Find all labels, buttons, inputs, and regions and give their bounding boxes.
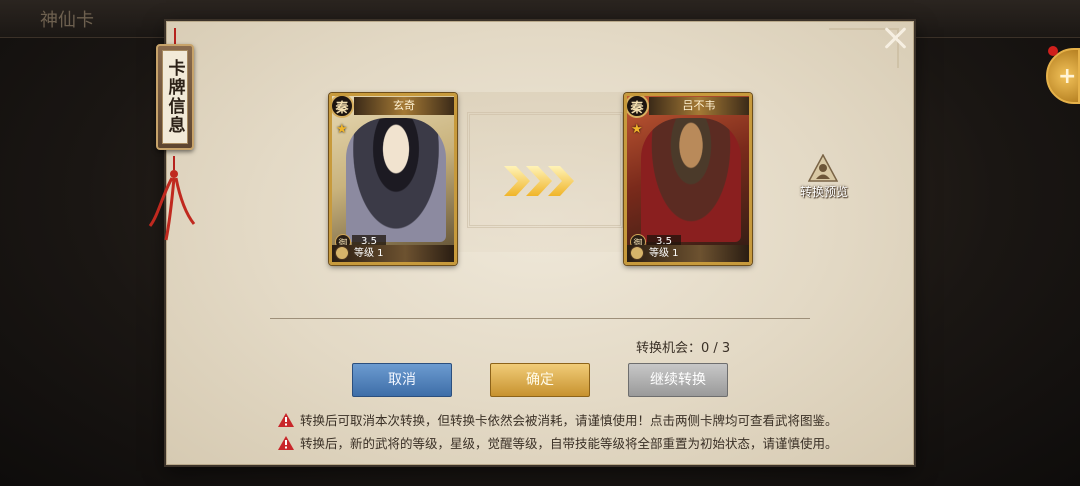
continue-transform-button[interactable]: 继续转换	[628, 363, 728, 397]
plus-icon: +	[1058, 64, 1077, 89]
star-icon: ★	[336, 122, 348, 137]
card-name: 玄奇	[354, 97, 454, 115]
general-portrait	[346, 118, 446, 242]
background-title: 神仙卡	[40, 10, 94, 31]
level-text: 等级 1	[332, 245, 454, 262]
level-icon	[630, 246, 644, 260]
card-name: 吕不韦	[649, 97, 749, 115]
cancel-button[interactable]: 取消	[352, 363, 452, 397]
warning-note: 转换后可取消本次转换，但转换卡依然会被消耗，请谨慎使用！点击两侧卡牌均可查看武将…	[278, 410, 838, 429]
chevron-right-icon	[504, 166, 574, 196]
general-preview-icon	[808, 154, 838, 182]
tassel-icon	[148, 156, 196, 241]
transform-chances: 转换机会：0 / 3	[636, 341, 731, 356]
panel-title: 卡牌信息	[162, 50, 188, 144]
target-card[interactable]: 吕不韦 秦 ★ 御 3.5 远战 等级 1	[624, 93, 752, 265]
card-info-panel	[166, 21, 914, 465]
panel-title-tag: 卡牌信息	[156, 44, 194, 150]
level-icon	[335, 246, 349, 260]
confirm-button[interactable]: 确定	[490, 363, 590, 397]
source-card[interactable]: 玄奇 秦 ★ 御 3.5 辅助 等级 1	[329, 93, 457, 265]
warning-text: 转换后可取消本次转换，但转换卡依然会被消耗，请谨慎使用！点击两侧卡牌均可查看武将…	[300, 413, 838, 428]
star-icon: ★	[631, 122, 643, 137]
transform-preview-button[interactable]: 转换预览	[794, 154, 854, 202]
divider	[270, 318, 810, 319]
faction-badge: 秦	[627, 96, 649, 118]
warning-icon	[278, 436, 294, 450]
preview-label: 转换预览	[799, 185, 848, 199]
warning-note: 转换后，新的武将的等级，星级，觉醒等级，自带技能等级将全部重置为初始状态，请谨慎…	[278, 433, 838, 452]
level-text: 等级 1	[627, 245, 749, 262]
warning-text: 转换后，新的武将的等级，星级，觉醒等级，自带技能等级将全部重置为初始状态，请谨慎…	[300, 436, 838, 451]
close-button[interactable]	[882, 24, 910, 52]
faction-badge: 秦	[332, 96, 354, 118]
warning-icon	[278, 413, 294, 427]
notification-dot	[1048, 46, 1058, 56]
general-portrait	[641, 118, 741, 242]
